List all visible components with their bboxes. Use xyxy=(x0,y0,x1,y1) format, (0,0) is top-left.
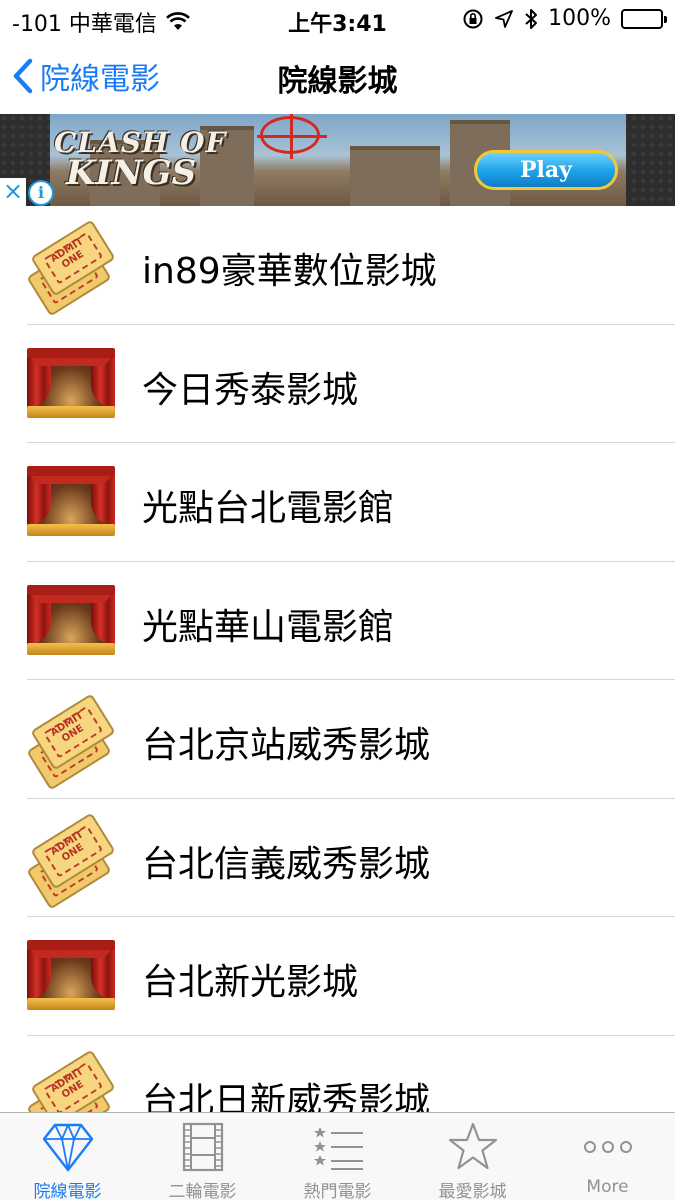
castle-tower xyxy=(350,146,440,206)
cinema-name: 台北新光影城 xyxy=(142,962,359,1003)
cinema-name: 光點台北電影館 xyxy=(142,488,395,529)
tab-最愛影城[interactable]: 最愛影城 xyxy=(405,1113,540,1200)
ranked-list-icon xyxy=(313,1127,363,1170)
stage-floor xyxy=(27,405,115,418)
crosshair-icon xyxy=(257,114,327,159)
tab-more[interactable]: More xyxy=(540,1113,675,1200)
stage-valance xyxy=(27,584,115,595)
location-arrow-icon xyxy=(495,9,513,28)
cinema-row[interactable]: 光點台北電影館 xyxy=(0,443,675,562)
status-left: -101 中華電信 xyxy=(12,6,191,38)
ad-close-icon[interactable]: × xyxy=(0,178,26,206)
carrier-label: -101 中華電信 xyxy=(12,12,157,37)
cinema-row[interactable]: ADMIT ONE 台北信義威秀影城 xyxy=(0,799,675,918)
stage-floor xyxy=(27,998,115,1010)
orientation-lock-icon xyxy=(463,9,483,28)
tab-熱門電影[interactable]: 熱門電影 xyxy=(270,1113,405,1200)
cinema-row[interactable]: 光點華山電影館 xyxy=(0,562,675,681)
tab-label: 熱門電影 xyxy=(303,1182,372,1200)
tab-院線電影[interactable]: 院線電影 xyxy=(0,1113,135,1200)
stage-icon xyxy=(27,340,115,428)
stage-floor xyxy=(27,642,115,655)
diamond-icon xyxy=(42,1123,93,1172)
stage-icon xyxy=(27,932,115,1020)
status-bar: -101 中華電信 上午3:41 100% xyxy=(0,0,675,40)
tab-二輪電影[interactable]: 二輪電影 xyxy=(135,1113,270,1200)
bluetooth-icon xyxy=(525,8,538,29)
stage-valance xyxy=(27,347,115,358)
battery-icon xyxy=(621,8,667,29)
ad-logo-line2: KINGS xyxy=(66,153,197,193)
cinema-name: 今日秀泰影城 xyxy=(142,369,359,411)
cinema-row[interactable]: ADMIT ONE 台北日新威秀影城 xyxy=(0,1036,675,1113)
navigation-bar: 院線電影 院線影城 xyxy=(0,40,675,114)
battery-label: 100% xyxy=(548,6,611,31)
stage-valance xyxy=(27,466,115,476)
cinema-list: ADMIT ONE in89豪華數位影城 今日秀泰影城 光點台北電影館 光點華山… xyxy=(0,206,675,1112)
star-icon xyxy=(448,1122,497,1170)
ticket-icon: ADMIT ONE xyxy=(26,693,116,791)
cinema-name: 台北京站威秀影城 xyxy=(142,725,431,766)
ad-info-icon[interactable]: i xyxy=(28,180,54,206)
stage-valance xyxy=(27,940,115,950)
ad-play-button[interactable]: Play xyxy=(474,150,618,190)
cinema-row[interactable]: ADMIT ONE 台北京站威秀影城 xyxy=(0,680,675,799)
cinema-name: in89豪華數位影城 xyxy=(142,251,437,292)
tab-label: More xyxy=(586,1177,629,1197)
film-strip-icon xyxy=(182,1122,223,1172)
ticket-icon: ADMIT ONE xyxy=(26,811,116,910)
back-button[interactable]: 院線電影 xyxy=(12,54,160,98)
more-dots-icon xyxy=(583,1141,632,1153)
ad-banner[interactable]: CLASH OF KINGS Play xyxy=(0,114,675,206)
cinema-name: 台北日新威秀影城 xyxy=(142,1080,431,1113)
cinema-name: 台北信義威秀影城 xyxy=(142,843,431,885)
ticket-icon: ADMIT ONE xyxy=(26,1048,116,1112)
stage-floor xyxy=(27,524,115,536)
back-button-label: 院線電影 xyxy=(40,62,160,97)
status-right: 100% xyxy=(462,6,667,31)
cinema-row[interactable]: ADMIT ONE in89豪華數位影城 xyxy=(0,206,675,325)
tab-label: 最愛影城 xyxy=(438,1182,507,1200)
tab-bar: 院線電影 二輪電影 熱門電影 最愛影城 More xyxy=(0,1112,675,1200)
tab-label: 二輪電影 xyxy=(168,1182,237,1200)
ad-logo: CLASH OF KINGS xyxy=(54,128,226,193)
wifi-icon xyxy=(166,12,190,30)
stage-icon xyxy=(27,577,115,665)
chevron-left-icon xyxy=(13,58,33,94)
cinema-row[interactable]: 今日秀泰影城 xyxy=(0,325,675,444)
tab-label: 院線電影 xyxy=(33,1182,102,1200)
cinema-row[interactable]: 台北新光影城 xyxy=(0,917,675,1036)
cinema-name: 光點華山電影館 xyxy=(142,606,395,648)
ticket-icon: ADMIT ONE xyxy=(26,219,116,317)
ad-creative[interactable]: CLASH OF KINGS Play xyxy=(50,114,626,206)
stage-icon xyxy=(27,458,115,546)
